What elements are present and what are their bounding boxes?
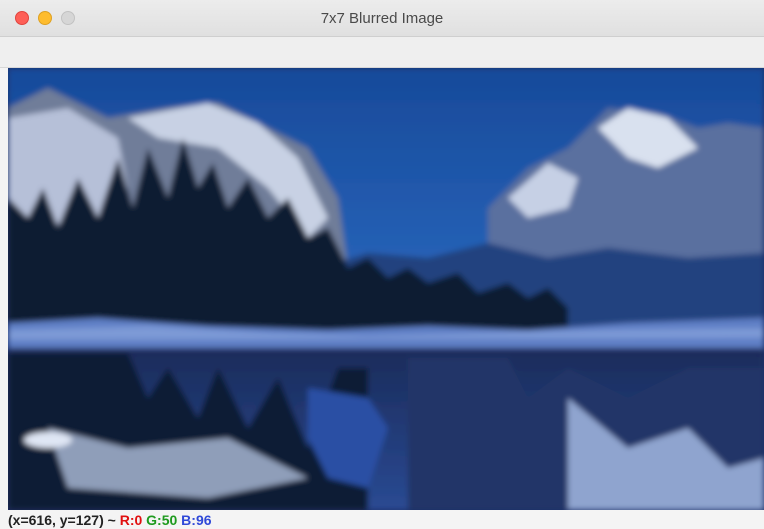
image-canvas[interactable] [8, 68, 764, 510]
window-title: 7x7 Blurred Image [320, 10, 444, 27]
pixel-readout: (x=616, y=127) ~ R:0 G:50 B:96 [8, 512, 212, 528]
blue-value: B:96 [181, 512, 212, 528]
blurred-landscape-image [8, 68, 764, 510]
status-bar: (x=616, y=127) ~ R:0 G:50 B:96 [0, 510, 764, 529]
app-window: 7x7 Blurred Image (x=616, y=127) ~ R:0 G… [0, 0, 764, 529]
red-value: R:0 [119, 512, 143, 528]
title-bar[interactable]: 7x7 Blurred Image [0, 0, 764, 37]
green-value: G:50 [146, 512, 178, 528]
cursor-coordinates: (x=616, y=127) ~ [8, 512, 116, 528]
toolbar-area [0, 37, 764, 68]
